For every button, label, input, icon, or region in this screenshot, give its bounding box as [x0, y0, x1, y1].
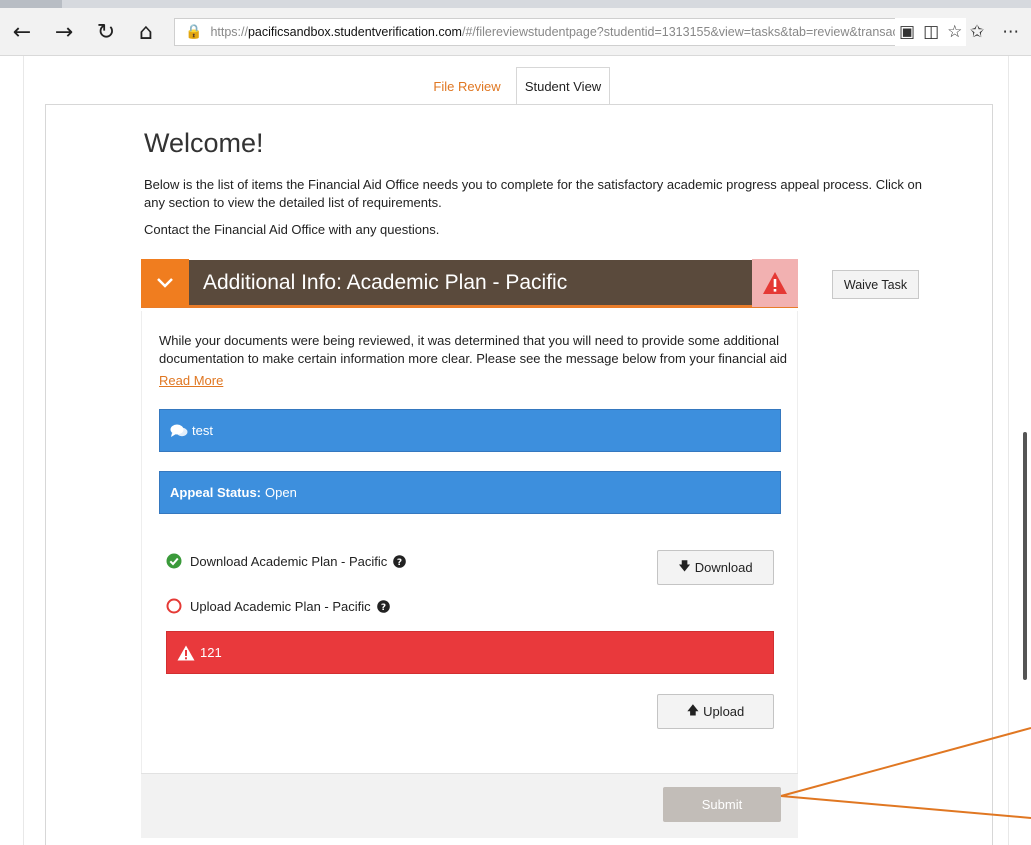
upload-button[interactable]: 🡅 Upload: [657, 694, 774, 729]
reading-view-icon[interactable]: ◫: [923, 22, 939, 42]
tab-file-review[interactable]: File Review: [418, 67, 516, 105]
more-icon[interactable]: ⋯: [1002, 22, 1019, 42]
appeal-status-label: Appeal Status:: [170, 485, 262, 500]
appeal-status-value: Open: [265, 485, 297, 500]
url-domain: pacificsandbox.studentverification.com: [247, 25, 462, 39]
message-bar: test: [159, 409, 781, 452]
waive-task-button[interactable]: Waive Task: [832, 270, 919, 299]
favorites-icon[interactable]: ✩: [970, 22, 984, 42]
svg-text:?: ?: [381, 603, 386, 613]
home-icon[interactable]: ⌂: [132, 18, 160, 46]
address-bar[interactable]: 🔒 https://pacificsandbox.studentverifica…: [174, 18, 954, 46]
warning-icon: [177, 645, 195, 661]
warning-icon: [752, 258, 798, 307]
star-icon[interactable]: ☆: [947, 22, 962, 42]
help-icon[interactable]: ?: [376, 599, 390, 613]
task-title: Additional Info: Academic Plan - Pacific: [203, 270, 568, 294]
message-text: test: [192, 423, 213, 438]
upload-button-label: Upload: [703, 704, 745, 719]
browser-actions: ✩ ⋯: [970, 18, 1019, 46]
lock-icon: 🔒: [185, 24, 203, 40]
page-title: Welcome!: [144, 128, 264, 158]
arrow-up-icon: 🡅: [686, 703, 700, 717]
download-button[interactable]: 🡇 Download: [657, 550, 774, 585]
view-tabs: File Review Student View: [418, 67, 610, 106]
window-top-strip: [0, 0, 1031, 8]
back-arrow-icon[interactable]: ←: [8, 18, 36, 46]
url-path: /#/filereviewstudentpage?studentid=13131…: [461, 25, 926, 39]
refresh-icon[interactable]: ↻: [92, 18, 120, 46]
upload-requirement-label: Upload Academic Plan - Pacific: [190, 598, 371, 614]
help-icon[interactable]: ?: [393, 554, 407, 568]
appeal-status-bar: Appeal Status: Open: [159, 471, 781, 514]
check-circle-icon: [166, 553, 182, 569]
tab-student-view[interactable]: Student View: [516, 67, 610, 106]
chevron-down-icon[interactable]: [141, 258, 189, 307]
empty-circle-icon: [166, 598, 182, 614]
tracking-prevention-icon[interactable]: ▣: [899, 22, 915, 42]
upload-error-bar: 121: [166, 631, 774, 674]
intro-text: Below is the list of items the Financial…: [144, 177, 922, 210]
download-button-label: Download: [694, 560, 753, 575]
page-border-left: [23, 56, 24, 845]
task-header[interactable]: Additional Info: Academic Plan - Pacific: [141, 258, 798, 308]
upload-requirement: Upload Academic Plan - Pacific ?: [166, 598, 390, 614]
upload-error-text: 121: [200, 645, 222, 660]
chat-bubble-icon: [170, 424, 188, 438]
read-more-link[interactable]: Read More: [159, 373, 223, 388]
submit-button[interactable]: Submit: [663, 787, 781, 822]
arrow-down-icon: 🡇: [678, 559, 691, 573]
task-description: While your documents were being reviewed…: [159, 333, 787, 366]
browser-toolbar: ← → ↻ ⌂ 🔒 https://pacificsandbox.student…: [0, 8, 1031, 56]
scrollbar[interactable]: [1023, 432, 1027, 680]
url-protocol: https://: [210, 25, 248, 39]
download-requirement: Download Academic Plan - Pacific ?: [166, 553, 407, 569]
forward-arrow-icon[interactable]: →: [50, 18, 78, 46]
contact-text: Contact the Financial Aid Office with an…: [144, 222, 440, 237]
download-requirement-label: Download Academic Plan - Pacific: [190, 553, 388, 569]
active-tab-indicator: [0, 0, 62, 8]
page-border-right: [1008, 56, 1009, 845]
svg-text:?: ?: [397, 558, 402, 568]
address-bar-icons: ▣ ◫ ☆: [895, 18, 967, 46]
